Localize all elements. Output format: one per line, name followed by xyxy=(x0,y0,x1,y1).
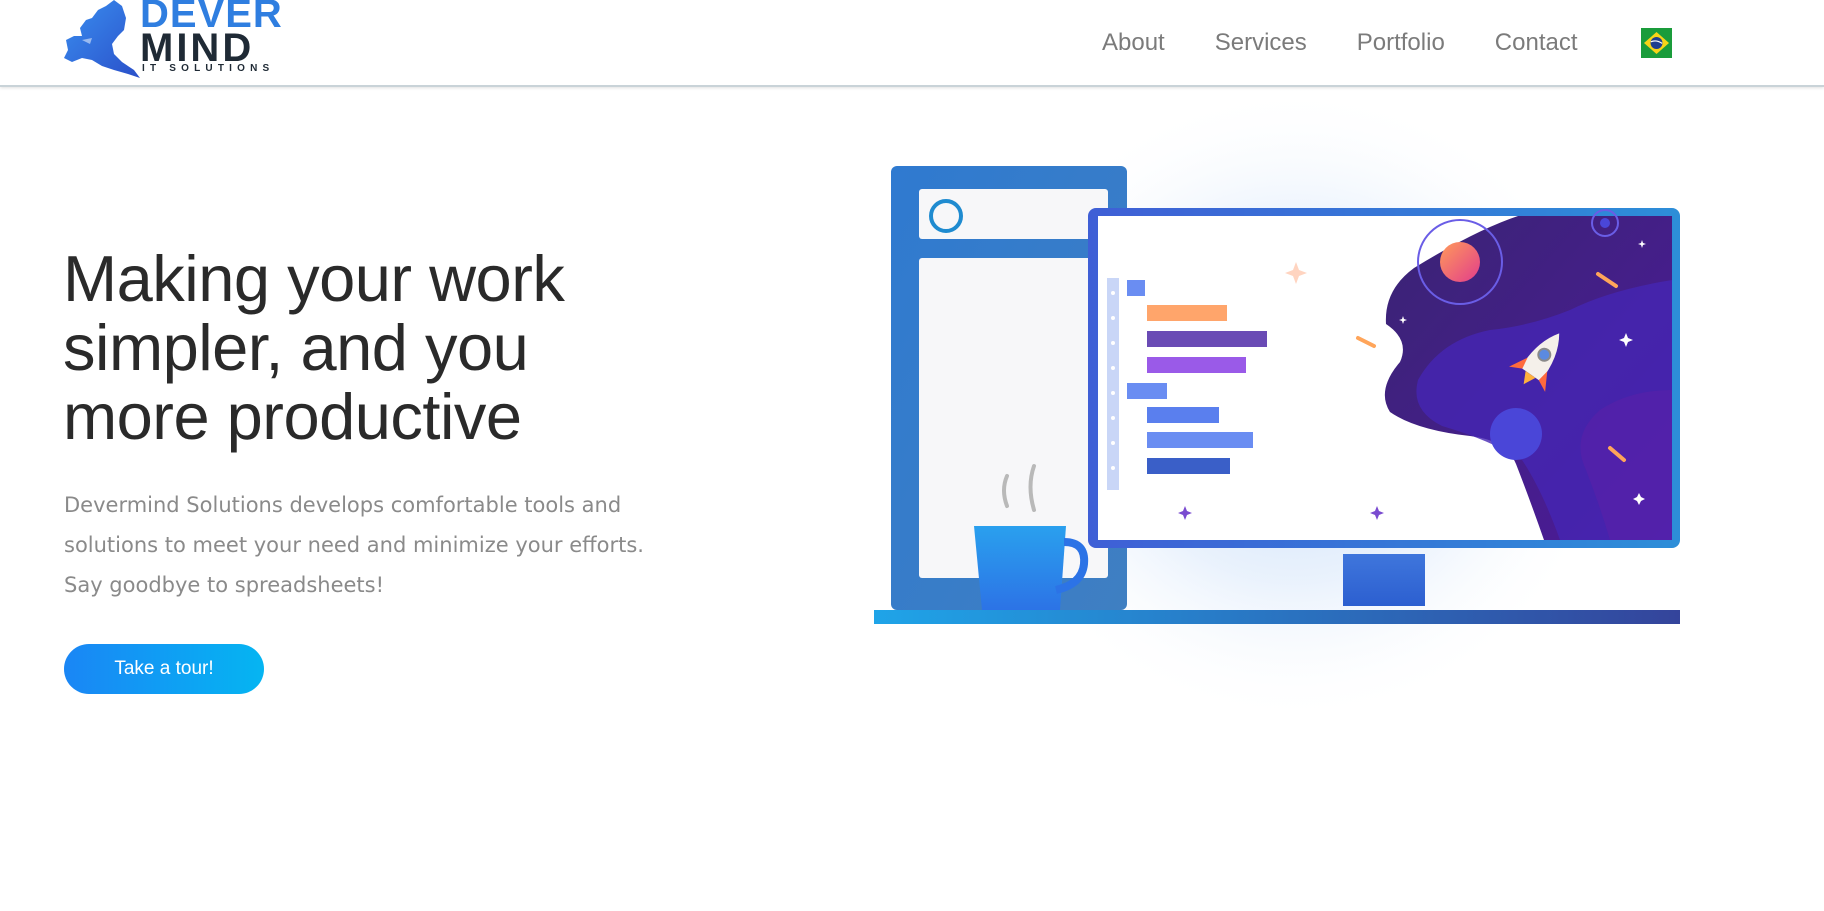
brazil-flag-icon[interactable] xyxy=(1641,28,1672,58)
hero-desc-line-1: Devermind Solutions develops comfortable… xyxy=(64,493,622,517)
nav-link-contact[interactable]: Contact xyxy=(1495,28,1578,58)
main-nav: About Services Portfolio Contact xyxy=(1102,28,1628,58)
site-header: DEVER MIND IT SOLUTIONS About Services P… xyxy=(0,0,1824,87)
logo-word-mind: MIND xyxy=(140,26,255,70)
take-a-tour-button[interactable]: Take a tour! xyxy=(64,644,264,694)
nav-link-portfolio[interactable]: Portfolio xyxy=(1357,28,1445,58)
nav-link-about[interactable]: About xyxy=(1102,28,1165,58)
workspace-illustration xyxy=(874,90,1680,725)
hero-desc-line-2: solutions to meet your need and minimize… xyxy=(64,533,644,557)
hero-desc-line-3: Say goodbye to spreadsheets! xyxy=(64,573,385,597)
devermind-logo[interactable]: DEVER MIND IT SOLUTIONS xyxy=(62,0,282,82)
hero-title-line-2: simpler, and you xyxy=(63,311,529,384)
nav-link-services[interactable]: Services xyxy=(1215,28,1307,58)
hero-title-line-1: Making your work xyxy=(63,242,565,315)
wolf-logo-icon xyxy=(64,0,140,78)
hero-title-line-3: more productive xyxy=(63,380,522,453)
hero-title: Making your work simpler, and you more p… xyxy=(63,244,683,451)
logo-tagline: IT SOLUTIONS xyxy=(142,63,275,74)
hero-description: Devermind Solutions develops comfortable… xyxy=(64,485,664,605)
